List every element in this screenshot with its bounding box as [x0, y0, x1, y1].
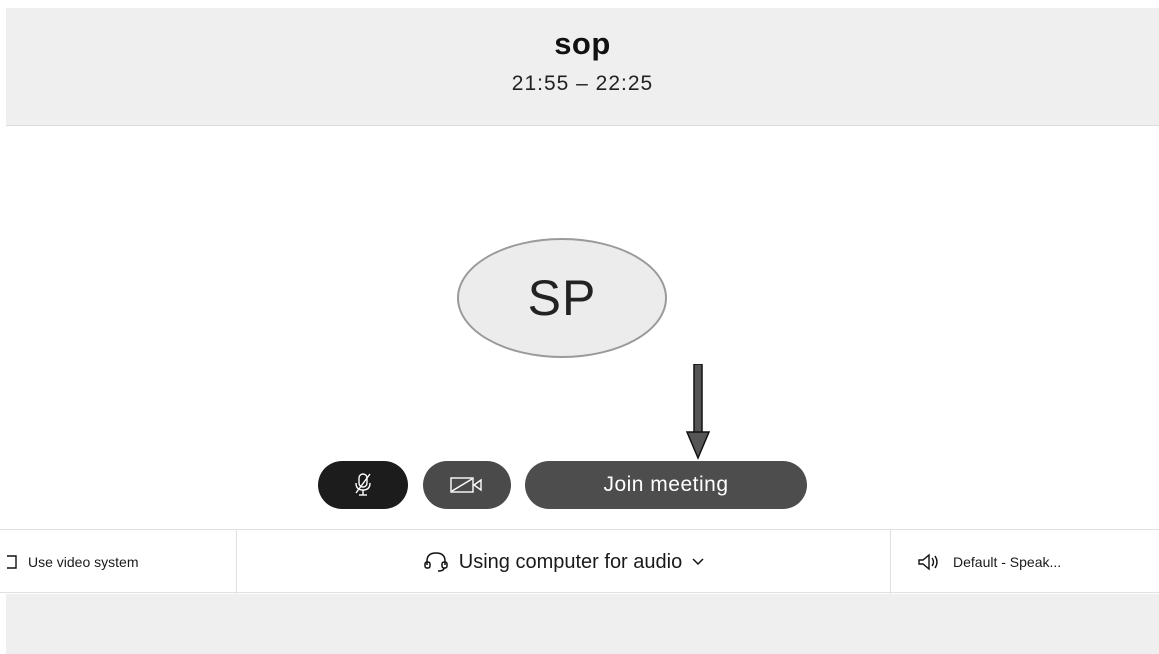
arrow-down-annotation [685, 364, 711, 460]
speaker-selector[interactable]: Default - Speak... [891, 530, 1159, 594]
meeting-time-range: 21:55 – 22:25 [511, 72, 654, 95]
audio-connection-label: Using computer for audio [458, 550, 683, 573]
video-button[interactable] [423, 461, 511, 509]
use-video-system-label: Use video system [28, 554, 139, 570]
speaker-icon [917, 553, 943, 571]
avatar-initials: SP [527, 270, 597, 326]
use-video-system-button[interactable]: Use video system [0, 530, 237, 594]
meeting-header: sop 21:55 – 22:25 [6, 8, 1159, 126]
join-meeting-button[interactable]: Join meeting [525, 461, 807, 509]
avatar: SP [457, 238, 667, 358]
audio-connection-dropdown[interactable]: Using computer for audio [237, 530, 891, 594]
audio-options-bar: Use video system Using computer for audi… [0, 529, 1159, 594]
microphone-muted-icon [355, 473, 371, 496]
meeting-title: sop [554, 26, 611, 61]
chevron-down-icon [692, 558, 704, 566]
video-off-icon [450, 477, 482, 493]
headset-icon [423, 551, 449, 573]
footer-area [6, 594, 1159, 654]
mute-button[interactable] [318, 461, 408, 509]
device-icon [6, 555, 18, 569]
speaker-label: Default - Speak... [953, 554, 1062, 570]
